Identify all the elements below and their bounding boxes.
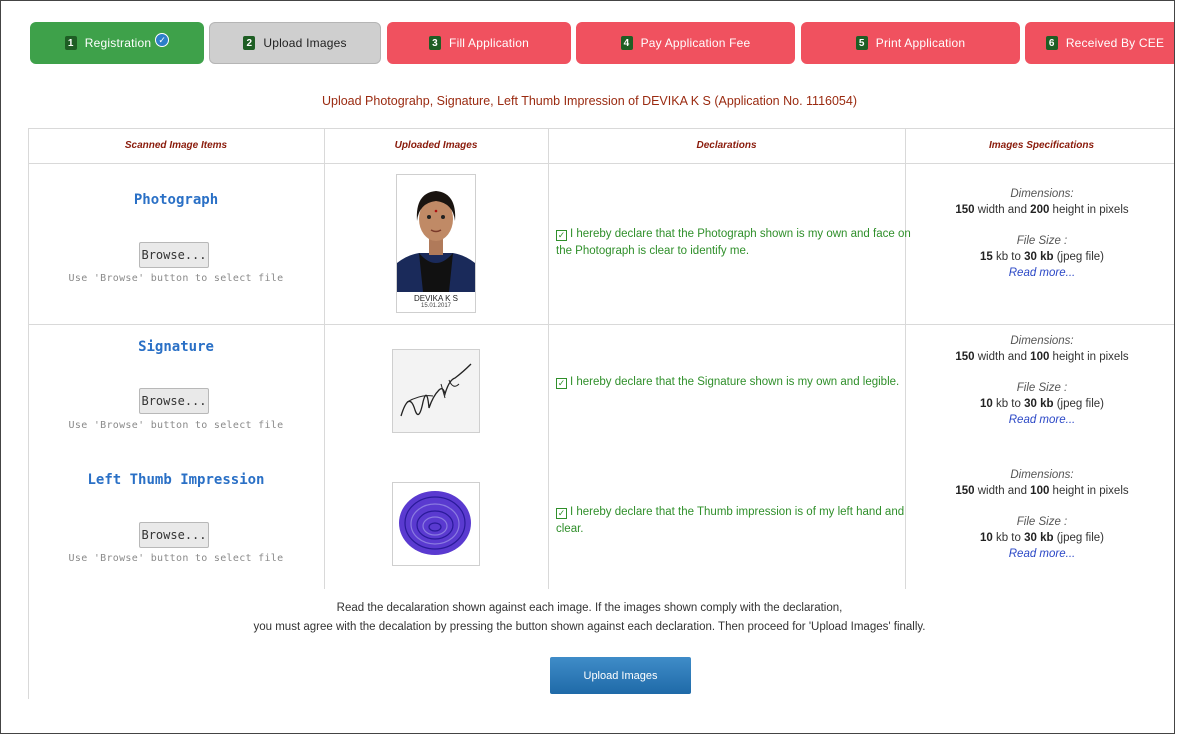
declaration-checkbox[interactable]: ✓ [556, 230, 567, 241]
dimensions-value: 150 width and 100 height in pixels [955, 351, 1129, 363]
page-frame: 1 Registration ✓ 2 Upload Images 3 Fill … [0, 0, 1175, 734]
step-number: 3 [429, 36, 442, 50]
table-header-divider [28, 163, 1174, 164]
file-size-label: File Size : [1016, 516, 1068, 528]
photograph-preview: DEVIKA K S 15.01.2017 [396, 174, 476, 313]
upload-table: Scanned Image Items Uploaded Images Decl… [28, 128, 1174, 699]
dimensions-label: Dimensions: [1010, 188, 1074, 200]
upload-images-button[interactable]: Upload Images [550, 657, 691, 694]
browse-thumb-button[interactable]: Browse... [139, 522, 209, 548]
tab-label: Pay Application Fee [640, 36, 751, 50]
row-divider [28, 324, 1174, 325]
tab-label: Upload Images [263, 36, 347, 50]
browse-photograph-button[interactable]: Browse... [139, 242, 209, 268]
spec-signature: Dimensions: 150 width and 100 height in … [907, 333, 1174, 428]
page-heading: Upload Photograhp, Signature, Left Thumb… [321, 94, 858, 108]
file-size-label: File Size : [1016, 235, 1068, 247]
tab-label: Fill Application [449, 36, 529, 50]
column-divider [548, 128, 549, 589]
spec-photograph: Dimensions: 150 width and 200 height in … [907, 186, 1174, 281]
thumb-impression-preview [392, 482, 480, 566]
tab-fill-application[interactable]: 3 Fill Application [387, 22, 571, 64]
tab-label: Registration [84, 36, 152, 50]
item-title-left-thumb: Left Thumb Impression [87, 472, 265, 488]
browse-hint: Use 'Browse' button to select file [68, 420, 284, 431]
tab-registration[interactable]: 1 Registration ✓ [30, 22, 204, 64]
read-more-link[interactable]: Read more... [907, 412, 1174, 428]
header-declarations: Declarations [696, 140, 757, 151]
declaration-checkbox[interactable]: ✓ [556, 378, 567, 389]
signature-preview [392, 349, 480, 433]
file-size-label: File Size : [1016, 382, 1068, 394]
instruction-line-1: Read the decalaration shown against each… [336, 602, 843, 614]
header-scanned-items: Scanned Image Items [124, 140, 228, 151]
declaration-thumb[interactable]: ✓ I hereby declare that the Thumb impress… [556, 504, 911, 538]
tab-label: Print Application [875, 36, 966, 50]
tab-upload-images[interactable]: 2 Upload Images [209, 22, 381, 64]
item-title-signature: Signature [138, 339, 214, 355]
file-size-value: 15 kb to 30 kb (jpeg file) [979, 251, 1105, 263]
file-size-value: 10 kb to 30 kb (jpeg file) [979, 532, 1105, 544]
photograph-image [397, 175, 475, 292]
step-number: 2 [243, 36, 256, 50]
declaration-text: I hereby declare that the Thumb impressi… [556, 506, 905, 535]
column-divider [324, 128, 325, 589]
declaration-signature[interactable]: ✓ I hereby declare that the Signature sho… [556, 374, 911, 391]
declaration-checkbox[interactable]: ✓ [556, 508, 567, 519]
read-more-link[interactable]: Read more... [907, 546, 1174, 562]
tab-received-by-cee[interactable]: 6 Received By CEE [1025, 22, 1174, 64]
declaration-text: I hereby declare that the Photograph sho… [556, 228, 911, 257]
step-number: 6 [1045, 36, 1058, 50]
tab-print-application[interactable]: 5 Print Application [801, 22, 1020, 64]
file-size-value: 10 kb to 30 kb (jpeg file) [979, 398, 1105, 410]
step-number: 1 [64, 36, 77, 50]
browse-hint: Use 'Browse' button to select file [68, 553, 284, 564]
declaration-photograph[interactable]: ✓ I hereby declare that the Photograph sh… [556, 226, 911, 260]
photo-caption-date: 15.01.2017 [420, 303, 452, 309]
header-image-specifications: Images Specifications [988, 140, 1095, 151]
spec-thumb: Dimensions: 150 width and 100 height in … [907, 467, 1174, 562]
instruction-line-2: you must agree with the decalation by pr… [253, 621, 926, 633]
dimensions-value: 150 width and 200 height in pixels [955, 204, 1129, 216]
tab-label: Received By CEE [1065, 36, 1165, 50]
tab-pay-application-fee[interactable]: 4 Pay Application Fee [576, 22, 795, 64]
declaration-text: I hereby declare that the Signature show… [570, 376, 900, 388]
browse-hint: Use 'Browse' button to select file [68, 273, 284, 284]
photo-caption-name: DEVIKA K S [413, 294, 459, 303]
dimensions-label: Dimensions: [1010, 335, 1074, 347]
thumb-impression-image [399, 491, 471, 555]
read-more-link[interactable]: Read more... [907, 265, 1174, 281]
item-title-photograph: Photograph [133, 192, 219, 208]
check-icon: ✓ [155, 33, 170, 47]
step-number: 5 [855, 36, 868, 50]
browse-signature-button[interactable]: Browse... [139, 388, 209, 414]
dimensions-value: 150 width and 100 height in pixels [955, 485, 1129, 497]
header-uploaded-images: Uploaded Images [394, 140, 478, 151]
step-number: 4 [620, 36, 633, 50]
signature-image [400, 363, 472, 417]
dimensions-label: Dimensions: [1010, 469, 1074, 481]
